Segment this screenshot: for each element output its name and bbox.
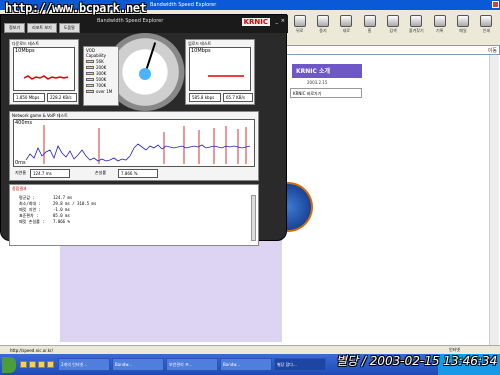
status-url: http://speed.nic.or.kr/ <box>10 348 54 353</box>
download-rate: 228.2 KB/s <box>47 93 77 102</box>
network-panel: Network game & VoIP 테스트 400ms 0ms 지연율 12… <box>9 111 259 181</box>
refresh-icon <box>340 15 353 27</box>
quick-launch <box>20 361 54 368</box>
results-panel: 종합결과 평균값 :124.7 ms 최소/최대 :29.8 ms / 318.… <box>9 184 259 246</box>
vod-level: 500K <box>86 77 116 82</box>
refresh-button[interactable]: 새로 <box>337 15 356 43</box>
watermark: http://www.bcpark.net <box>5 1 147 15</box>
loss-label: 손실률 <box>95 170 107 175</box>
quicklaunch-icon[interactable] <box>20 361 27 368</box>
app-title: Bandwidth Speed Explorer <box>97 18 164 24</box>
stop-icon <box>316 15 329 27</box>
back-button[interactable]: 뒤로 <box>290 15 309 43</box>
taskbar-item[interactable]: Bandw... <box>112 358 164 371</box>
latency-label: 지연율 <box>15 170 27 175</box>
back-icon <box>293 15 306 27</box>
app-titlebar: Bandwidth Speed Explorer KRNIC _ × 정보기 리… <box>1 15 288 33</box>
app-menu: 정보기 리포트 보기 도움말 <box>1 23 80 33</box>
favorites-button[interactable]: 즐겨찾기 <box>407 15 426 43</box>
start-button[interactable] <box>2 356 16 373</box>
timestamp-stamp: 별당 / 2003-02-15 13:46:34 <box>336 354 498 368</box>
gauge-hub <box>139 68 151 80</box>
home-button[interactable]: 홈 <box>360 15 379 43</box>
network-graph: 400ms 0ms <box>13 119 255 167</box>
loss-value: 7.866 % <box>118 169 158 178</box>
vod-level: over 1M <box>86 89 116 94</box>
upload-line <box>208 75 244 77</box>
go-button[interactable]: 이동 <box>488 47 497 54</box>
vod-level: 300K <box>86 71 116 76</box>
stop-button[interactable]: 중지 <box>313 15 332 43</box>
star-icon <box>410 15 423 27</box>
history-button[interactable]: 기록 <box>430 15 449 43</box>
search-button[interactable]: 검색 <box>383 15 402 43</box>
home-icon <box>363 15 376 27</box>
print-icon <box>480 15 493 27</box>
minimize-icon[interactable]: _ <box>276 18 279 24</box>
speed-explorer-window: Bandwidth Speed Explorer KRNIC _ × 정보기 리… <box>0 14 288 246</box>
download-panel: 다운로드 테스트 10Mbps 1,850 Mbps 228.2 KB/s <box>9 39 79 105</box>
quicklaunch-icon[interactable] <box>47 361 54 368</box>
vod-header: VOD Capability <box>86 48 107 58</box>
upload-graph: 10Mbps <box>189 47 251 91</box>
taskbar-item[interactable]: 보안관리 프... <box>166 358 218 371</box>
browser-toolbar: 뒤로 중지 새로 홈 검색 즐겨찾기 기록 메일 인쇄 <box>286 12 500 46</box>
latency-value: 124.7 ms <box>30 169 70 178</box>
vertical-scrollbar[interactable] <box>489 55 499 345</box>
close-icon[interactable]: × <box>281 18 285 24</box>
quicklaunch-icon[interactable] <box>29 361 36 368</box>
upload-panel: 업로드 테스트 10Mbps 585.8 kbps 65.7 KB/s <box>185 39 255 105</box>
download-speed: 1,850 Mbps <box>13 93 45 102</box>
results-header: 종합결과 <box>12 186 27 191</box>
latency-line <box>25 125 251 164</box>
quicklaunch-icon[interactable] <box>38 361 45 368</box>
menu-report[interactable]: 리포트 보기 <box>27 23 57 33</box>
menu-help[interactable]: 도움말 <box>58 23 80 33</box>
download-line <box>23 75 69 80</box>
results-scrollbar[interactable] <box>251 195 256 241</box>
krnic-intro-tab[interactable]: KRNIC 소개 <box>292 64 362 78</box>
history-icon <box>433 15 446 27</box>
vod-level: 56K <box>86 59 116 64</box>
search-icon <box>386 15 399 27</box>
krnic-shortcut[interactable]: KRNIC 바로가기 <box>290 88 362 98</box>
print-button[interactable]: 인쇄 <box>477 15 496 43</box>
krnic-date: 2003.2.15 <box>307 80 328 85</box>
vod-level: 200K <box>86 65 116 70</box>
download-graph: 10Mbps <box>13 47 75 91</box>
address-bar[interactable]: 이동 <box>286 45 500 55</box>
close-icon[interactable] <box>492 1 499 8</box>
result-row: 패킷 손실률 :7.866 % <box>19 219 70 224</box>
taskbar-item-active[interactable]: 별당 잡다... <box>274 358 326 371</box>
results-text: 평균값 :124.7 ms 최소/최대 :29.8 ms / 318.5 ms … <box>19 195 245 225</box>
browser-title: Bandwidth Speed Explorer <box>150 2 217 8</box>
mail-button[interactable]: 메일 <box>453 15 472 43</box>
krnic-logo: KRNIC <box>241 18 270 26</box>
vod-level: 700K <box>86 83 116 88</box>
upload-speed: 585.8 kbps <box>189 93 221 102</box>
taskbar-item[interactable]: 2개의 인터넷... <box>58 358 110 371</box>
upload-rate: 65.7 KB/s <box>223 93 253 102</box>
menu-info[interactable]: 정보기 <box>4 23 26 33</box>
vod-panel: VOD Capability 56K 200K 300K 500K 700K o… <box>83 46 119 106</box>
taskbar-item[interactable]: Bandw... <box>220 358 272 371</box>
mail-icon <box>456 15 469 27</box>
page-lavender-panel <box>60 233 282 342</box>
